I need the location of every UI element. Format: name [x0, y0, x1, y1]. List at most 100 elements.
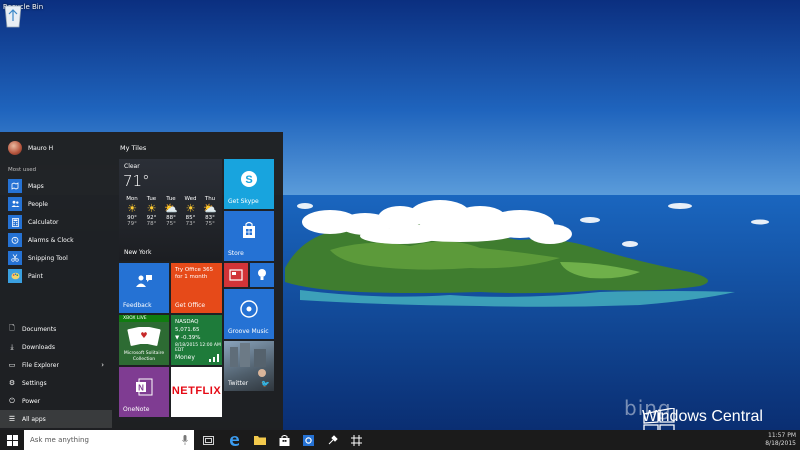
gear-icon: ⚙	[8, 379, 16, 387]
app-item-label: People	[28, 200, 48, 208]
svg-text:♥: ♥	[140, 331, 147, 340]
app-item-label: Calculator	[28, 218, 59, 226]
tile-onenote[interactable]: N OneNote	[119, 367, 169, 417]
file-explorer-link[interactable]: ▭ File Explorer ›	[0, 356, 112, 374]
tile-get-office[interactable]: Try Office 365 for 1 month Get Office	[171, 263, 222, 313]
tile-solitaire[interactable]: XBOX LIVE ♥ Microsoft Solitaire Collecti…	[119, 315, 169, 365]
settings-app-icon[interactable]	[302, 434, 314, 446]
tile-feedback[interactable]: Feedback	[119, 263, 169, 313]
system-clock[interactable]: 11:57 PM 8/18/2015	[765, 432, 796, 448]
forecast-low: 75°	[166, 221, 176, 227]
settings-link[interactable]: ⚙ Settings	[0, 374, 112, 392]
edge-browser-icon[interactable]	[228, 434, 240, 446]
tile-skype[interactable]: S Get Skype	[224, 159, 274, 209]
feedback-icon	[136, 275, 152, 287]
settings-label: Settings	[22, 379, 47, 387]
start-button[interactable]	[0, 430, 24, 450]
power-icon: ⏻	[9, 396, 15, 405]
tile-label: Get Skype	[228, 198, 259, 205]
weather-condition: Clear	[124, 163, 140, 170]
file-explorer-icon[interactable]	[254, 434, 266, 446]
download-icon: ⤓	[10, 342, 14, 351]
app-item-people[interactable]: People	[0, 195, 112, 213]
stock-index: NASDAQ	[175, 319, 199, 325]
app-item-alarms-clock[interactable]: Alarms & Clock	[0, 231, 112, 249]
user-name: Mauro H	[28, 144, 54, 152]
system-places-list: 🗋 Documents ⤓ Downloads ▭ File Explorer …	[0, 320, 112, 428]
forecast-day: Mon ☀ 90° 79°	[123, 196, 141, 227]
stock-date: 8/18/2015 12:00 AM EDT	[175, 343, 221, 353]
tile-groove-music[interactable]: Groove Music	[224, 289, 274, 339]
calculator-icon	[8, 215, 22, 229]
all-apps-button[interactable]: ☰ All apps	[0, 410, 112, 428]
folder-icon: ▭	[8, 361, 16, 369]
tile-twitter[interactable]: Twitter 🐦	[224, 341, 274, 391]
store-icon[interactable]	[278, 434, 290, 446]
chevron-right-icon[interactable]: ›	[101, 361, 104, 369]
microphone-icon[interactable]	[182, 435, 188, 445]
playing-cards-icon: ♥	[127, 327, 161, 346]
map-icon	[8, 179, 22, 193]
clock-time: 11:57 PM	[768, 432, 796, 439]
forecast-low: 75°	[205, 221, 215, 227]
weather-forecast: Mon ☀ 90° 79° Tue ☀ 92° 78° Tue ⛅ 88° 75…	[123, 196, 219, 227]
skype-icon: S	[241, 171, 257, 187]
downloads-link[interactable]: ⤓ Downloads	[0, 338, 112, 356]
pin-tool-icon[interactable]	[326, 434, 338, 446]
stock-change: ▼ -0.39%	[175, 335, 201, 341]
tiles-group-heading: My Tiles	[120, 144, 147, 152]
tile-news[interactable]	[224, 263, 248, 287]
start-left-column: Mauro H Most used Maps People Calculator…	[0, 132, 112, 430]
tile-label: Feedback	[123, 302, 152, 309]
cortana-search-box[interactable]: Ask me anything	[24, 430, 194, 450]
start-menu: Mauro H Most used Maps People Calculator…	[0, 132, 283, 430]
documents-label: Documents	[22, 325, 57, 333]
tile-store[interactable]: Store	[224, 211, 274, 261]
all-apps-label: All apps	[22, 415, 46, 423]
partly-sunny-icon: ⛅	[203, 202, 217, 215]
partly-sunny-icon: ⛅	[164, 202, 178, 215]
grid-app-icon[interactable]	[350, 434, 362, 446]
tile-netflix[interactable]: NETFLIX	[171, 367, 222, 417]
search-input[interactable]: Ask me anything	[30, 436, 89, 444]
list-icon: ☰	[8, 415, 16, 423]
store-bag-icon	[243, 221, 255, 238]
recycle-bin[interactable]: Recycle Bin	[2, 2, 44, 28]
tile-label: Get Office	[175, 302, 206, 309]
app-item-snipping-tool[interactable]: Snipping Tool	[0, 249, 112, 267]
documents-link[interactable]: 🗋 Documents	[0, 320, 112, 338]
windows-logo-icon	[6, 434, 18, 446]
solitaire-title: Microsoft Solitaire Collection	[123, 351, 165, 362]
tile-get-started[interactable]	[250, 263, 274, 287]
most-used-list: Maps People Calculator Alarms & Clock Sn…	[0, 177, 112, 285]
tile-weather[interactable]: Clear 71° Mon ☀ 90° 79° Tue ☀ 92° 78° Tu…	[119, 159, 222, 261]
app-item-paint[interactable]: Paint	[0, 267, 112, 285]
app-item-maps[interactable]: Maps	[0, 177, 112, 195]
xbox-live-badge: XBOX LIVE	[119, 315, 169, 322]
netflix-logo: NETFLIX	[171, 385, 222, 397]
weather-city: New York	[124, 249, 152, 256]
stock-value: 5,071.65	[175, 327, 200, 333]
news-icon	[229, 269, 243, 281]
alarm-icon	[8, 233, 22, 247]
task-view-icon[interactable]	[202, 434, 214, 446]
app-item-label: Maps	[28, 182, 44, 190]
sun-icon: ☀	[127, 202, 137, 215]
paint-icon	[8, 269, 22, 283]
svg-text:N: N	[138, 384, 144, 393]
clock-date: 8/18/2015	[765, 440, 796, 447]
onenote-icon: N	[136, 378, 153, 396]
tile-money[interactable]: NASDAQ 5,071.65 ▼ -0.39% 8/18/2015 12:00…	[171, 315, 222, 365]
power-button[interactable]: ⏻ Power	[0, 392, 112, 410]
weather-temperature: 71°	[123, 172, 150, 190]
app-item-calculator[interactable]: Calculator	[0, 213, 112, 231]
tile-label: OneNote	[123, 406, 150, 413]
most-used-heading: Most used	[8, 167, 37, 173]
app-item-label: Paint	[28, 272, 43, 280]
lightbulb-icon	[258, 269, 266, 280]
file-explorer-label: File Explorer	[22, 361, 59, 369]
chart-icon	[209, 354, 219, 362]
tile-label: Twitter	[228, 380, 249, 387]
user-account[interactable]: Mauro H	[8, 141, 53, 155]
forecast-low: 73°	[185, 221, 196, 227]
